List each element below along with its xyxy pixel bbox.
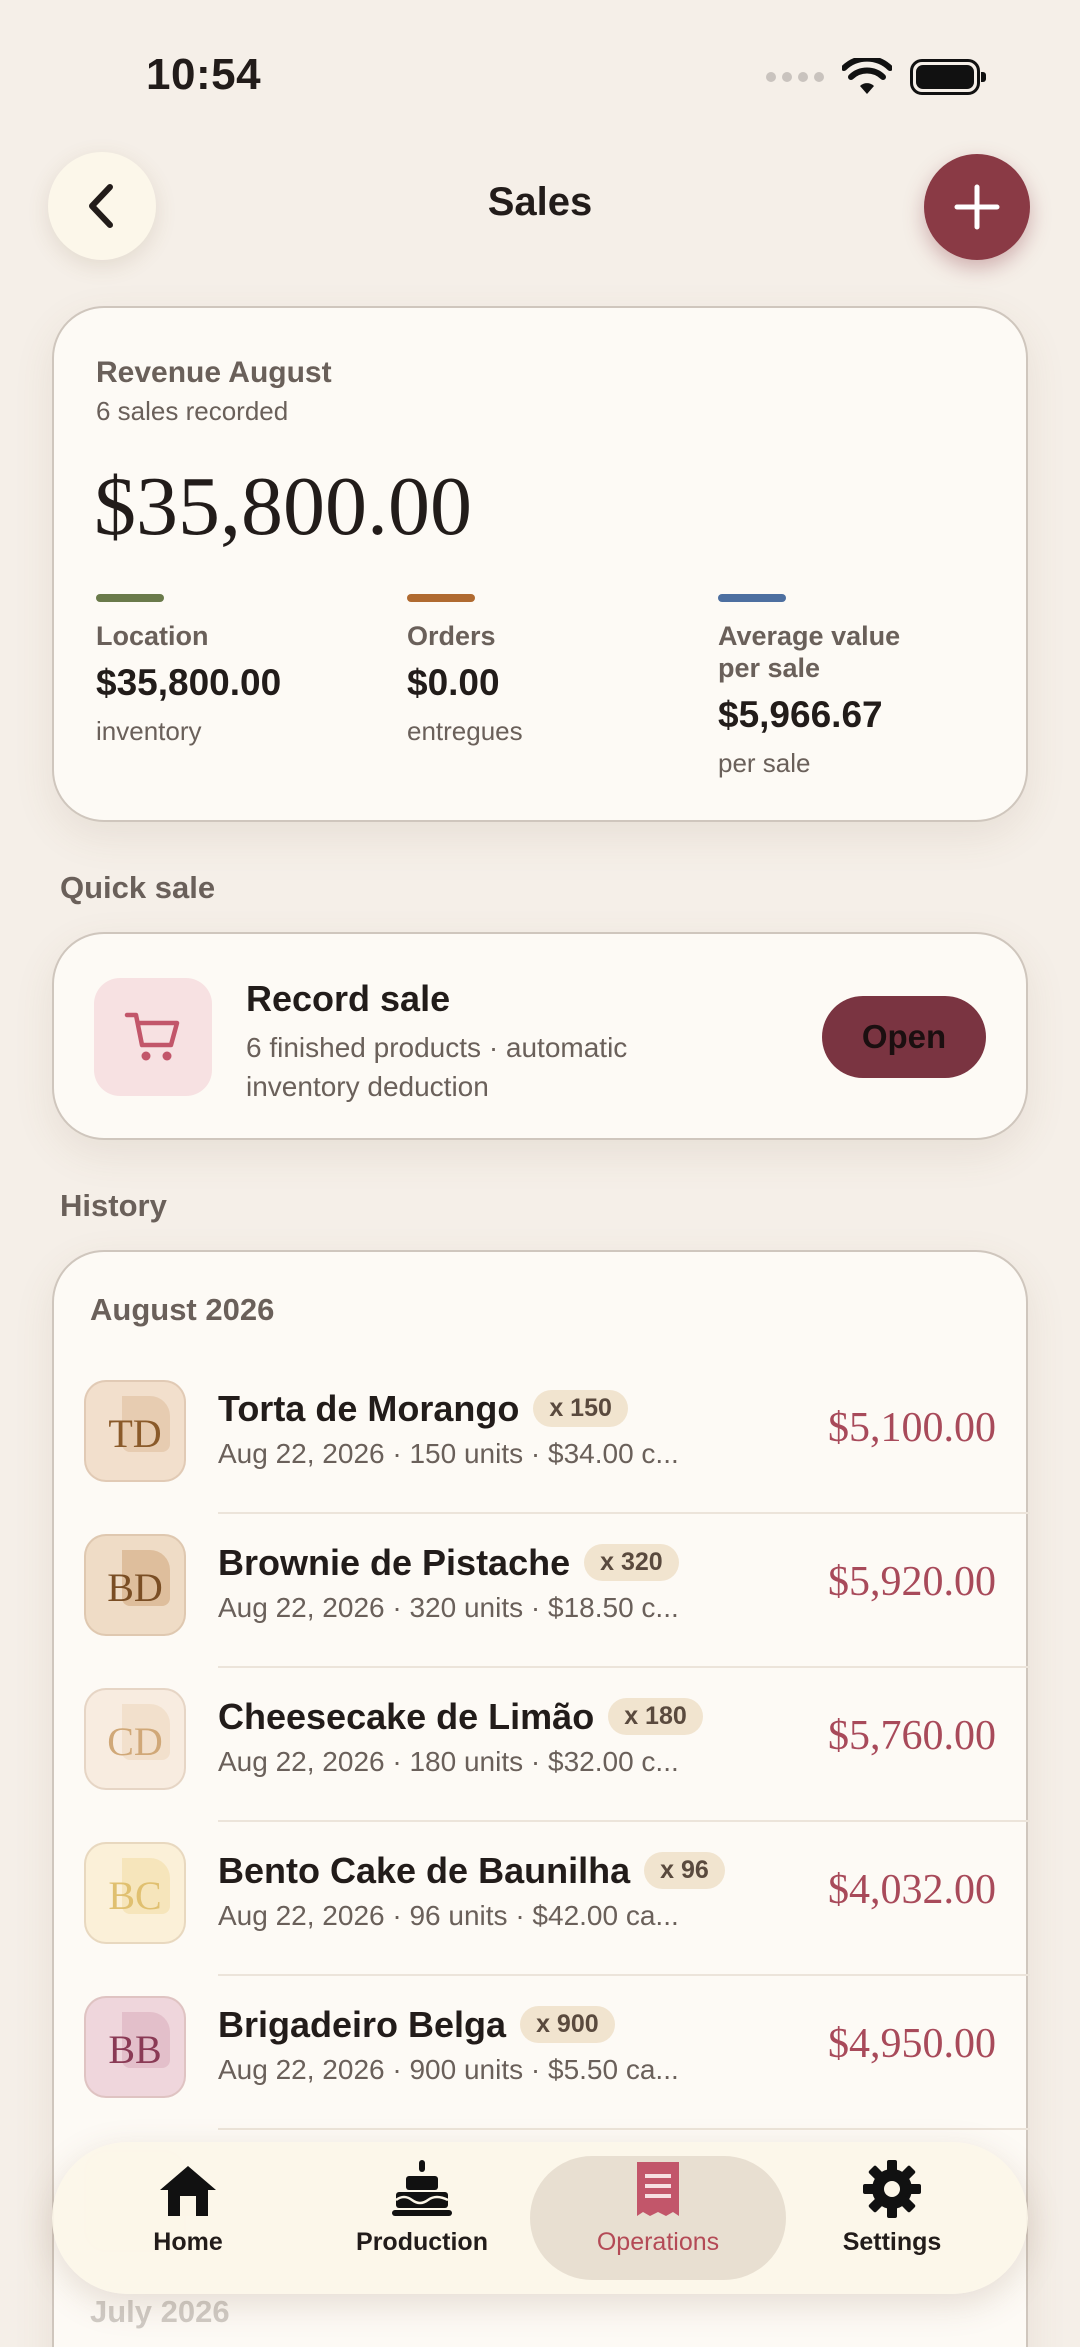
product-initials: CD xyxy=(107,1719,163,1764)
metric-label: Location xyxy=(96,621,209,651)
quick-sale-title: Record sale xyxy=(246,978,451,1019)
quick-sale-card[interactable]: Record sale 6 finished products · automa… xyxy=(52,932,1028,1140)
product-avatar: BD xyxy=(84,1534,186,1636)
metric-label: Orders xyxy=(407,621,496,651)
tab-label: Home xyxy=(153,2228,223,2256)
quick-sale-description: 6 finished products · automatic inventor… xyxy=(246,1032,628,1102)
battery-icon xyxy=(910,59,986,95)
metric-average: Average value per sale $5,966.67 per sal… xyxy=(718,594,948,779)
quantity-badge: x 150 xyxy=(533,1390,628,1427)
metric-color-bar xyxy=(96,594,164,602)
add-sale-button[interactable] xyxy=(924,154,1030,260)
metric-value: $35,800.00 xyxy=(96,662,282,703)
cart-icon-box xyxy=(94,978,212,1096)
tab-label: Operations xyxy=(596,2228,720,2256)
status-icons xyxy=(766,58,986,96)
sale-meta: Aug 22, 2026 · 180 units · $32.00 c... xyxy=(218,1746,679,1777)
revenue-summary-card: Revenue August 6 sales recorded $35,800.… xyxy=(52,306,1028,822)
sale-amount: $5,920.00 xyxy=(828,1559,996,1605)
sale-amount: $4,950.00 xyxy=(828,2021,996,2067)
metric-subtext: inventory xyxy=(96,716,202,746)
metric-subtext: per sale xyxy=(718,748,811,778)
metric-color-bar xyxy=(718,594,786,602)
metric-subtext: entregues xyxy=(407,716,523,746)
cellular-signal-icon xyxy=(766,72,824,82)
product-name: Torta de Morango x 150 xyxy=(218,1388,628,1430)
cart-icon xyxy=(124,1012,180,1061)
tab-operations[interactable]: Operations xyxy=(530,2156,786,2280)
plus-icon xyxy=(954,184,1000,230)
quick-sale-section-label: Quick sale xyxy=(60,870,216,905)
tab-settings[interactable]: Settings xyxy=(776,2156,1008,2280)
product-initials: BB xyxy=(108,2027,162,2072)
wifi-icon xyxy=(842,58,892,94)
metric-location: Location $35,800.00 inventory xyxy=(96,594,356,747)
sale-row[interactable]: BC Bento Cake de Baunilha x 96 Aug 22, 20… xyxy=(54,1822,1030,1976)
revenue-subtitle: 6 sales recorded xyxy=(96,396,289,426)
product-initials: TD xyxy=(108,1411,162,1456)
tab-production[interactable]: Production xyxy=(306,2156,538,2280)
month-header: July 2026 xyxy=(90,2294,230,2329)
revenue-total: $35,800.00 xyxy=(94,460,472,553)
metric-orders: Orders $0.00 entregues xyxy=(407,594,667,747)
sale-amount: $5,100.00 xyxy=(828,1405,996,1451)
sale-row[interactable]: BB Brigadeiro Belga x 900 Aug 22, 2026 · … xyxy=(54,1976,1030,2130)
quantity-badge: x 900 xyxy=(520,2006,615,2043)
sale-row[interactable]: CD Cheesecake de Limão x 180 Aug 22, 2026… xyxy=(54,1668,1030,1822)
sale-amount: $4,032.00 xyxy=(828,1867,996,1913)
sale-meta: Aug 22, 2026 · 150 units · $34.00 c... xyxy=(218,1438,679,1469)
status-time: 10:54 xyxy=(146,50,262,99)
metric-color-bar xyxy=(407,594,475,602)
sale-meta: Aug 22, 2026 · 96 units · $42.00 ca... xyxy=(218,1900,679,1931)
sales-screen: 10:54 Sales Revenue August 6 sales recor… xyxy=(0,0,1080,2347)
product-avatar: BB xyxy=(84,1996,186,2098)
product-avatar: CD xyxy=(84,1688,186,1790)
product-name: Brownie de Pistache x 320 xyxy=(218,1542,679,1584)
home-icon xyxy=(160,2166,216,2216)
quantity-badge: x 180 xyxy=(608,1698,703,1735)
product-initials: BD xyxy=(107,1565,163,1610)
page-title: Sales xyxy=(487,180,593,224)
product-avatar: TD xyxy=(84,1380,186,1482)
product-name: Cheesecake de Limão x 180 xyxy=(218,1696,703,1738)
sale-meta: Aug 22, 2026 · 900 units · $5.50 ca... xyxy=(218,2054,679,2085)
tab-label: Settings xyxy=(842,2228,942,2256)
sale-amount: $5,760.00 xyxy=(828,1713,996,1759)
sale-row[interactable]: TD Torta de Morango x 150 Aug 22, 2026 · … xyxy=(54,1360,1030,1514)
product-avatar: BC xyxy=(84,1842,186,1944)
gear-icon xyxy=(863,2160,921,2218)
cake-icon xyxy=(392,2160,452,2216)
sale-row[interactable]: BD Brownie de Pistache x 320 Aug 22, 2026… xyxy=(54,1514,1030,1668)
tab-home[interactable]: Home xyxy=(72,2156,304,2280)
metric-label: Average value per sale xyxy=(718,621,901,683)
product-name: Bento Cake de Baunilha x 96 xyxy=(218,1850,725,1892)
revenue-label: Revenue August xyxy=(96,356,332,389)
tab-label: Production xyxy=(356,2228,488,2256)
history-section-label: History xyxy=(60,1188,167,1223)
bottom-tab-bar: Home Production Operations Settings xyxy=(52,2142,1028,2294)
product-name: Brigadeiro Belga x 900 xyxy=(218,2004,615,2046)
quantity-badge: x 320 xyxy=(584,1544,679,1581)
quantity-badge: x 96 xyxy=(644,1852,725,1889)
metric-value: $0.00 xyxy=(407,662,500,703)
product-initials: BC xyxy=(108,1873,162,1918)
metric-value: $5,966.67 xyxy=(718,694,883,735)
sale-meta: Aug 22, 2026 · 320 units · $18.50 c... xyxy=(218,1592,679,1623)
month-header: August 2026 xyxy=(90,1292,275,1327)
receipt-icon xyxy=(637,2162,679,2216)
open-button[interactable]: Open xyxy=(822,996,986,1078)
